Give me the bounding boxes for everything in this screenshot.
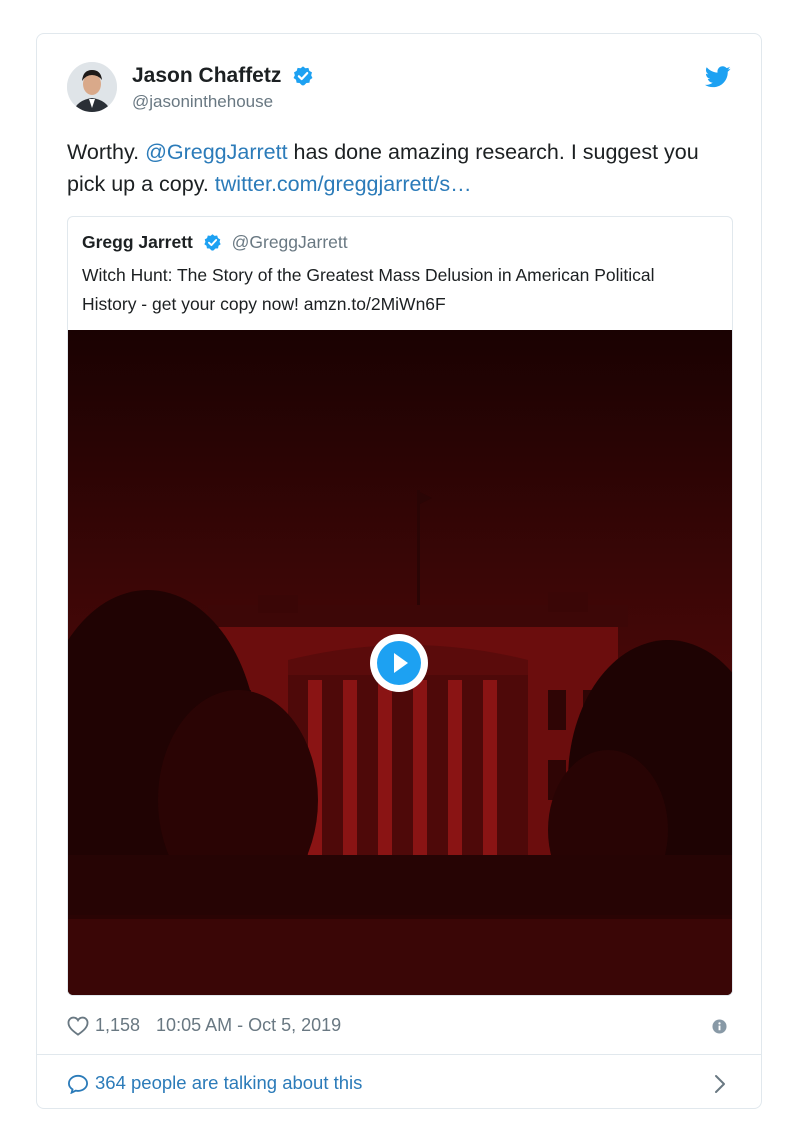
tweet-timestamp[interactable]: 10:05 AM - Oct 5, 2019: [156, 1015, 341, 1035]
quoted-text: Witch Hunt: The Story of the Greatest Ma…: [82, 265, 655, 314]
verified-badge-icon: [293, 66, 313, 86]
tweet-meta: 1,158 10:05 AM - Oct 5, 2019: [67, 1015, 341, 1037]
quoted-tweet[interactable]: Gregg Jarrett @GreggJarrett Witch Hunt: …: [67, 216, 733, 996]
video-media[interactable]: [68, 330, 732, 995]
tweet-text-start: Worthy.: [67, 140, 146, 164]
tweet-url-link[interactable]: twitter.com/greggjarrett/s…: [215, 172, 472, 196]
quoted-header: Gregg Jarrett @GreggJarrett: [82, 231, 348, 253]
conversation-link[interactable]: 364 people are talking about this: [67, 1072, 363, 1095]
tweet-header: Jason Chaffetz @jasoninthehouse: [37, 34, 761, 134]
play-icon: [377, 641, 421, 685]
tweet-card: Jason Chaffetz @jasoninthehouse Worthy. …: [36, 33, 762, 1109]
author-handle[interactable]: @jasoninthehouse: [132, 92, 314, 112]
mention-link[interactable]: @GreggJarrett: [145, 140, 288, 164]
info-icon[interactable]: [712, 1019, 727, 1034]
tweet-text: Worthy. @GreggJarrett has done amazing r…: [67, 136, 737, 200]
speech-bubble-icon: [67, 1075, 89, 1095]
twitter-bird-icon[interactable]: [705, 66, 731, 88]
footer-divider: [37, 1054, 761, 1055]
author-names: Jason Chaffetz @jasoninthehouse: [132, 64, 314, 112]
like-count[interactable]: 1,158: [95, 1015, 140, 1035]
chevron-right-icon[interactable]: [713, 1074, 727, 1094]
avatar[interactable]: [67, 62, 117, 112]
verified-badge-icon: [204, 234, 221, 251]
heart-icon[interactable]: [67, 1016, 89, 1037]
conversation-text: 364 people are talking about this: [95, 1072, 363, 1093]
play-button[interactable]: [370, 634, 428, 692]
author-display-name[interactable]: Jason Chaffetz: [132, 64, 281, 88]
quoted-display-name[interactable]: Gregg Jarrett: [82, 232, 193, 252]
quoted-handle[interactable]: @GreggJarrett: [232, 232, 348, 252]
